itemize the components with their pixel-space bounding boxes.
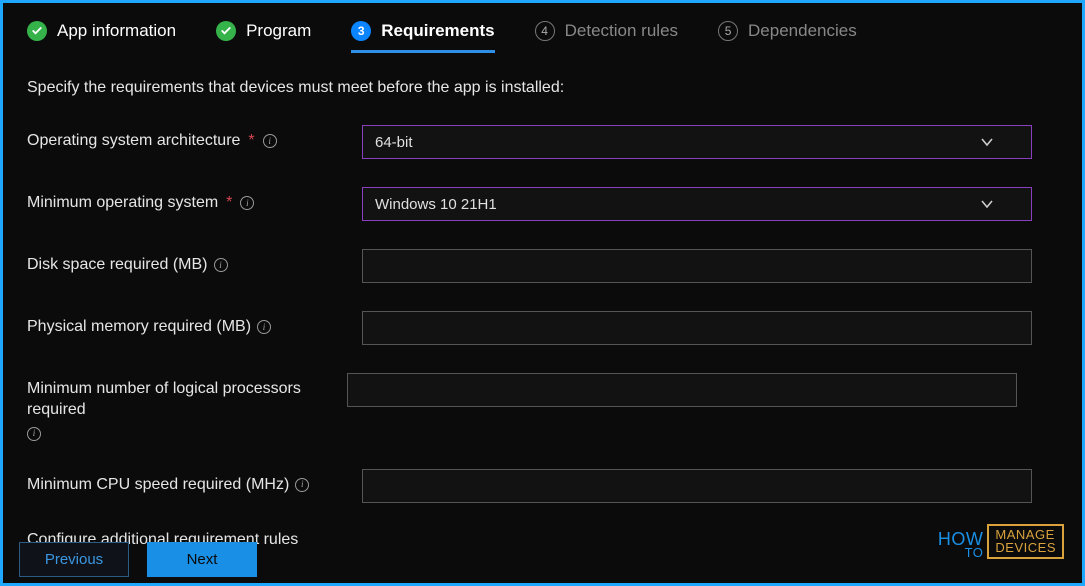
step-label: Requirements xyxy=(381,21,494,41)
select-value: 64-bit xyxy=(375,134,413,151)
check-icon xyxy=(216,21,236,41)
info-icon[interactable]: i xyxy=(257,320,271,334)
info-icon[interactable]: i xyxy=(214,258,228,272)
label-cpu-speed: Minimum CPU speed required (MHz) xyxy=(27,475,289,496)
row-os-architecture: Operating system architecture * i 64-bit xyxy=(27,125,1058,159)
required-indicator: * xyxy=(226,193,232,214)
row-disk-space: Disk space required (MB) i xyxy=(27,249,1058,283)
input-logical-processors[interactable] xyxy=(347,373,1017,407)
wizard-steps: App information Program 3 Requirements 4… xyxy=(27,21,1058,51)
row-logical-processors: Minimum number of logical processors req… xyxy=(27,373,1058,441)
row-memory: Physical memory required (MB) i xyxy=(27,311,1058,345)
check-icon xyxy=(27,21,47,41)
input-memory[interactable] xyxy=(362,311,1032,345)
select-value: Windows 10 21H1 xyxy=(375,196,497,213)
step-number-badge: 5 xyxy=(718,21,738,41)
label-logical-processors: Minimum number of logical processors req… xyxy=(27,379,347,421)
label-minimum-os: Minimum operating system xyxy=(27,193,218,214)
step-program[interactable]: Program xyxy=(216,21,311,51)
next-button[interactable]: Next xyxy=(147,542,257,577)
step-dependencies[interactable]: 5 Dependencies xyxy=(718,21,857,51)
chevron-down-icon xyxy=(979,134,995,150)
watermark-devices: DEVICES xyxy=(995,541,1056,555)
step-label: Program xyxy=(246,21,311,41)
input-disk-space[interactable] xyxy=(362,249,1032,283)
step-label: Detection rules xyxy=(565,21,678,41)
chevron-down-icon xyxy=(979,196,995,212)
step-detection-rules[interactable]: 4 Detection rules xyxy=(535,21,678,51)
select-minimum-os[interactable]: Windows 10 21H1 xyxy=(362,187,1032,221)
step-label: Dependencies xyxy=(748,21,857,41)
label-disk-space: Disk space required (MB) xyxy=(27,255,208,276)
step-number-badge: 3 xyxy=(351,21,371,41)
info-icon[interactable]: i xyxy=(240,196,254,210)
step-app-information[interactable]: App information xyxy=(27,21,176,51)
input-cpu-speed[interactable] xyxy=(362,469,1032,503)
step-label: App information xyxy=(57,21,176,41)
label-os-architecture: Operating system architecture xyxy=(27,131,240,152)
row-cpu-speed: Minimum CPU speed required (MHz) i xyxy=(27,469,1058,503)
info-icon[interactable]: i xyxy=(263,134,277,148)
info-icon[interactable]: i xyxy=(27,427,41,441)
watermark: HOW TO MANAGE DEVICES xyxy=(938,524,1064,559)
label-memory: Physical memory required (MB) xyxy=(27,317,251,338)
step-requirements[interactable]: 3 Requirements xyxy=(351,21,494,51)
info-icon[interactable]: i xyxy=(295,478,309,492)
instruction-text: Specify the requirements that devices mu… xyxy=(27,79,1058,97)
step-number-badge: 4 xyxy=(535,21,555,41)
required-indicator: * xyxy=(248,131,254,152)
select-os-architecture[interactable]: 64-bit xyxy=(362,125,1032,159)
previous-button[interactable]: Previous xyxy=(19,542,129,577)
row-minimum-os: Minimum operating system * i Windows 10 … xyxy=(27,187,1058,221)
footer-buttons: Previous Next xyxy=(19,542,257,577)
watermark-manage: MANAGE xyxy=(995,528,1056,542)
